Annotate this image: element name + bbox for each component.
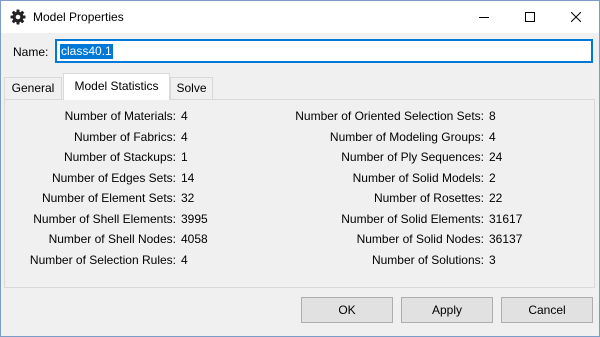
stat-value: 3995 [181,211,208,226]
stat-label: Number of Element Sets: [41,191,176,205]
stat-label: Number of Ply Sequences: [341,150,484,164]
stat-value: 36137 [489,232,523,246]
maximize-icon [525,12,535,22]
window-title: Model Properties [33,10,124,24]
stat-value: 8 [489,109,496,123]
minimize-button[interactable] [461,1,507,33]
stat-label: Number of Materials: [64,109,176,123]
stat-value: 4058 [181,232,208,246]
tab-general[interactable]: General [4,77,62,99]
stat-label: Number of Stackups: [63,150,176,164]
stat-label: Number of Edges Sets: [51,170,176,185]
stat-label: Number of Solid Models: [352,170,484,185]
apply-button[interactable]: Apply [401,297,493,323]
model-statistics-panel: Number of Materials: 4 Number of Fabrics: 4… [4,99,595,288]
gear-icon [10,9,26,25]
stat-label: Number of Solid Elements: [341,211,484,226]
stat-value: 14 [181,170,195,185]
stat-label: Number of Shell Elements: [33,211,176,226]
close-icon [571,12,581,22]
ok-button[interactable]: OK [301,297,393,323]
stat-label: Number of Modeling Groups: [329,129,484,144]
stat-value: 22 [489,191,503,205]
tab-model-statistics[interactable]: Model Statistics [63,73,170,100]
stat-value: 2 [489,170,496,185]
stat-value: 32 [181,191,195,205]
name-input[interactable]: class40.1 [55,39,593,63]
stat-value: 31617 [489,211,523,226]
minimize-icon [479,17,489,18]
stat-value: 4 [181,129,188,144]
stat-value: 3 [489,252,496,267]
stat-value: 1 [181,150,188,164]
close-button[interactable] [553,1,599,33]
model-properties-dialog: Model Properties Name: class40.1 General… [0,0,600,337]
tab-solve[interactable]: Solve [170,77,213,99]
stat-label: Number of Selection Rules: [29,252,176,267]
stat-value: 4 [489,129,496,144]
stat-label: Number of Fabrics: [73,129,176,144]
stat-label: Number of Solutions: [371,252,484,267]
stat-value: 24 [489,150,503,164]
stat-label: Number of Shell Nodes: [48,232,176,246]
stat-value: 4 [181,252,188,267]
stat-label: Number of Rosettes: [373,191,484,205]
stat-label: Number of Solid Nodes: [356,232,484,246]
maximize-button[interactable] [507,1,553,33]
name-label: Name: [13,45,49,59]
name-input-value: class40.1 [60,44,113,59]
cancel-button[interactable]: Cancel [501,297,593,323]
stat-value: 4 [181,109,188,123]
title-bar[interactable]: Model Properties [1,1,599,33]
stat-label: Number of Oriented Selection Sets: [295,109,484,123]
